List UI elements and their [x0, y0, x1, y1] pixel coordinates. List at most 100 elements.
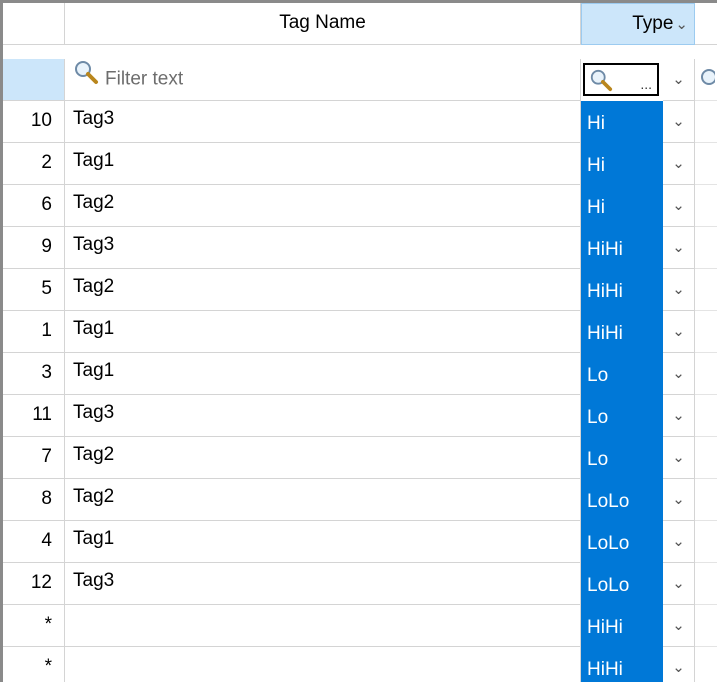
table-row[interactable]: 9 Tag3 HiHi ⌄ — [3, 227, 717, 269]
next-column-cell[interactable] — [695, 269, 717, 311]
type-filter-input[interactable]: ... — [583, 63, 659, 96]
next-column-cell[interactable] — [695, 647, 717, 682]
tag-grid: Tag Name Type ⌄ Filter text ... ⌄ 10 Tag… — [0, 0, 717, 682]
next-column-filter[interactable] — [695, 59, 717, 101]
next-column-cell[interactable] — [695, 395, 717, 437]
row-number[interactable]: 11 — [3, 395, 65, 437]
chevron-down-icon: ⌄ — [675, 16, 688, 33]
row-number[interactable]: 7 — [3, 437, 65, 479]
next-column-cell[interactable] — [695, 353, 717, 395]
column-header-tag-name[interactable]: Tag Name — [65, 3, 581, 45]
type-dropdown-button[interactable]: ⌄ — [663, 227, 695, 269]
type-cell[interactable]: HiHi — [581, 311, 663, 353]
next-column-cell[interactable] — [695, 521, 717, 563]
next-column-cell[interactable] — [695, 437, 717, 479]
row-number[interactable]: 1 — [3, 311, 65, 353]
row-number[interactable]: 12 — [3, 563, 65, 605]
type-dropdown-button[interactable]: ⌄ — [663, 563, 695, 605]
type-dropdown-button[interactable]: ⌄ — [663, 353, 695, 395]
row-number[interactable]: 6 — [3, 185, 65, 227]
tag-name-cell[interactable]: Tag1 — [65, 311, 581, 353]
new-table-row[interactable]: * HiHi ⌄ — [3, 647, 717, 682]
tag-name-cell[interactable]: Tag1 — [65, 521, 581, 563]
type-cell[interactable]: HiHi — [581, 605, 663, 647]
tag-name-cell[interactable]: Tag1 — [65, 353, 581, 395]
type-cell[interactable]: Hi — [581, 143, 663, 185]
type-dropdown-button[interactable]: ⌄ — [663, 479, 695, 521]
type-cell[interactable]: HiHi — [581, 647, 663, 682]
column-header-tag-name-label: Tag Name — [279, 12, 366, 33]
row-header-corner[interactable] — [3, 3, 65, 45]
type-cell[interactable]: HiHi — [581, 227, 663, 269]
type-dropdown-button[interactable]: ⌄ — [663, 647, 695, 682]
table-row[interactable]: 7 Tag2 Lo ⌄ — [3, 437, 717, 479]
tag-name-cell[interactable]: Tag3 — [65, 563, 581, 605]
row-number[interactable]: 5 — [3, 269, 65, 311]
tag-name-cell[interactable]: Tag3 — [65, 395, 581, 437]
next-column-cell[interactable] — [695, 143, 717, 185]
tag-name-cell[interactable]: Tag1 — [65, 143, 581, 185]
next-column-cell[interactable] — [695, 227, 717, 269]
row-number[interactable]: * — [3, 605, 65, 647]
tag-name-cell[interactable]: Tag3 — [65, 227, 581, 269]
row-number[interactable]: 3 — [3, 353, 65, 395]
tag-name-cell[interactable]: Tag2 — [65, 185, 581, 227]
next-column-cell[interactable] — [695, 479, 717, 521]
type-dropdown-button[interactable]: ⌄ — [663, 143, 695, 185]
tag-name-cell[interactable] — [65, 647, 581, 682]
new-table-row[interactable]: * HiHi ⌄ — [3, 605, 717, 647]
row-number[interactable]: 8 — [3, 479, 65, 521]
type-cell[interactable]: Lo — [581, 395, 663, 437]
tag-name-cell[interactable]: Tag3 — [65, 101, 581, 143]
type-dropdown-button[interactable]: ⌄ — [663, 437, 695, 479]
tag-name-cell[interactable]: Tag2 — [65, 269, 581, 311]
type-cell[interactable]: Lo — [581, 437, 663, 479]
tag-name-cell[interactable]: Tag2 — [65, 479, 581, 521]
table-row[interactable]: 3 Tag1 Lo ⌄ — [3, 353, 717, 395]
filter-placeholder: Filter text — [105, 68, 184, 90]
type-dropdown-button[interactable]: ⌄ — [663, 269, 695, 311]
tag-name-filter-input[interactable]: Filter text — [65, 59, 581, 101]
next-column-cell[interactable] — [695, 605, 717, 647]
table-row[interactable]: 1 Tag1 HiHi ⌄ — [3, 311, 717, 353]
type-filter-dropdown-button[interactable]: ⌄ — [663, 59, 695, 101]
type-cell[interactable]: HiHi — [581, 269, 663, 311]
tag-name-cell[interactable]: Tag2 — [65, 437, 581, 479]
column-header-next[interactable] — [695, 3, 717, 45]
column-header-type[interactable]: Type ⌄ — [581, 3, 695, 45]
table-row[interactable]: 11 Tag3 Lo ⌄ — [3, 395, 717, 437]
type-cell[interactable]: Lo — [581, 353, 663, 395]
type-cell[interactable]: LoLo — [581, 521, 663, 563]
row-number[interactable]: 2 — [3, 143, 65, 185]
type-cell[interactable]: Hi — [581, 185, 663, 227]
type-cell[interactable]: LoLo — [581, 563, 663, 605]
tag-name-cell[interactable] — [65, 605, 581, 647]
next-column-cell[interactable] — [695, 311, 717, 353]
table-row[interactable]: 12 Tag3 LoLo ⌄ — [3, 563, 717, 605]
type-dropdown-button[interactable]: ⌄ — [663, 311, 695, 353]
type-dropdown-button[interactable]: ⌄ — [663, 185, 695, 227]
type-cell[interactable]: LoLo — [581, 479, 663, 521]
type-dropdown-button[interactable]: ⌄ — [663, 395, 695, 437]
type-dropdown-button[interactable]: ⌄ — [663, 101, 695, 143]
row-number[interactable]: 10 — [3, 101, 65, 143]
row-number[interactable]: * — [3, 647, 65, 682]
next-column-cell[interactable] — [695, 101, 717, 143]
table-row[interactable]: 4 Tag1 LoLo ⌄ — [3, 521, 717, 563]
row-number[interactable]: 4 — [3, 521, 65, 563]
table-row[interactable]: 8 Tag2 LoLo ⌄ — [3, 479, 717, 521]
next-column-cell[interactable] — [695, 185, 717, 227]
search-icon — [73, 59, 99, 100]
next-column-cell[interactable] — [695, 563, 717, 605]
header-row: Tag Name Type ⌄ — [3, 3, 717, 45]
type-filter-dots: ... — [640, 76, 652, 92]
row-number[interactable]: 9 — [3, 227, 65, 269]
table-row[interactable]: 6 Tag2 Hi ⌄ — [3, 185, 717, 227]
type-dropdown-button[interactable]: ⌄ — [663, 521, 695, 563]
table-row[interactable]: 10 Tag3 Hi ⌄ — [3, 101, 717, 143]
filter-row: Filter text ... ⌄ — [3, 59, 717, 101]
type-cell[interactable]: Hi — [581, 101, 663, 143]
table-row[interactable]: 5 Tag2 HiHi ⌄ — [3, 269, 717, 311]
type-dropdown-button[interactable]: ⌄ — [663, 605, 695, 647]
table-row[interactable]: 2 Tag1 Hi ⌄ — [3, 143, 717, 185]
